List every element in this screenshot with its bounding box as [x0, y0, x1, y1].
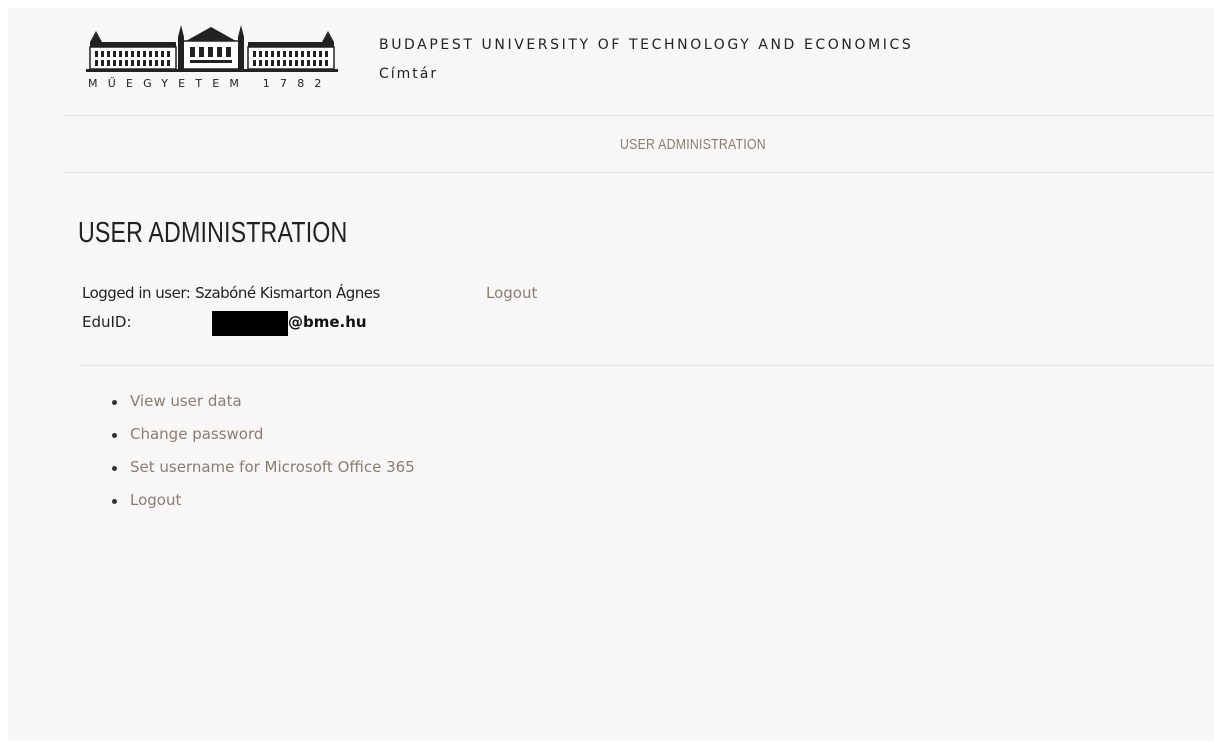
- bullet-icon: [112, 466, 117, 471]
- university-logo[interactable]: MŰEGYETEM 1782: [86, 25, 338, 95]
- bullet-icon: [112, 400, 117, 405]
- view-user-data-link[interactable]: View user data: [130, 392, 242, 410]
- change-password-link[interactable]: Change password: [130, 425, 263, 443]
- logout-link[interactable]: Logout: [486, 284, 537, 302]
- office365-username-link[interactable]: Set username for Microsoft Office 365: [130, 458, 415, 476]
- menu-item-logout: Logout: [104, 491, 415, 524]
- eduid-redacted-block: [212, 311, 288, 336]
- menu-item-office365-username: Set username for Microsoft Office 365: [104, 458, 415, 491]
- header: MŰEGYETEM 1782 BUDAPEST UNIVERSITY OF TE…: [8, 8, 1214, 116]
- user-menu: View user data Change password Set usern…: [104, 392, 415, 524]
- menu-item-change-password: Change password: [104, 425, 415, 458]
- nav-user-administration[interactable]: USER ADMINISTRATION: [620, 136, 766, 153]
- site-name: Címtár: [379, 66, 439, 82]
- logged-in-user-row: Logged in user: Szabóné Kismarton Ágnes: [82, 284, 380, 302]
- main-nav: USER ADMINISTRATION: [64, 116, 1214, 172]
- bullet-icon: [112, 499, 117, 504]
- eduid-domain: @bme.hu: [288, 313, 367, 331]
- logged-in-label: Logged in user:: [82, 284, 191, 302]
- page-title: USER ADMINISTRATION: [78, 217, 348, 249]
- nav-divider: [64, 172, 1214, 173]
- bullet-icon: [112, 433, 117, 438]
- eduid-label: EduID:: [82, 313, 132, 331]
- logo-caption: MŰEGYETEM 1782: [88, 77, 332, 90]
- university-name: BUDAPEST UNIVERSITY OF TECHNOLOGY AND EC…: [379, 37, 914, 53]
- page: MŰEGYETEM 1782 BUDAPEST UNIVERSITY OF TE…: [8, 8, 1214, 741]
- building-logo-icon: [86, 25, 338, 72]
- logged-in-name: Szabóné Kismarton Ágnes: [195, 284, 380, 302]
- menu-item-view-user-data: View user data: [104, 392, 415, 425]
- menu-logout-link[interactable]: Logout: [130, 491, 181, 509]
- content-divider: [78, 365, 1214, 366]
